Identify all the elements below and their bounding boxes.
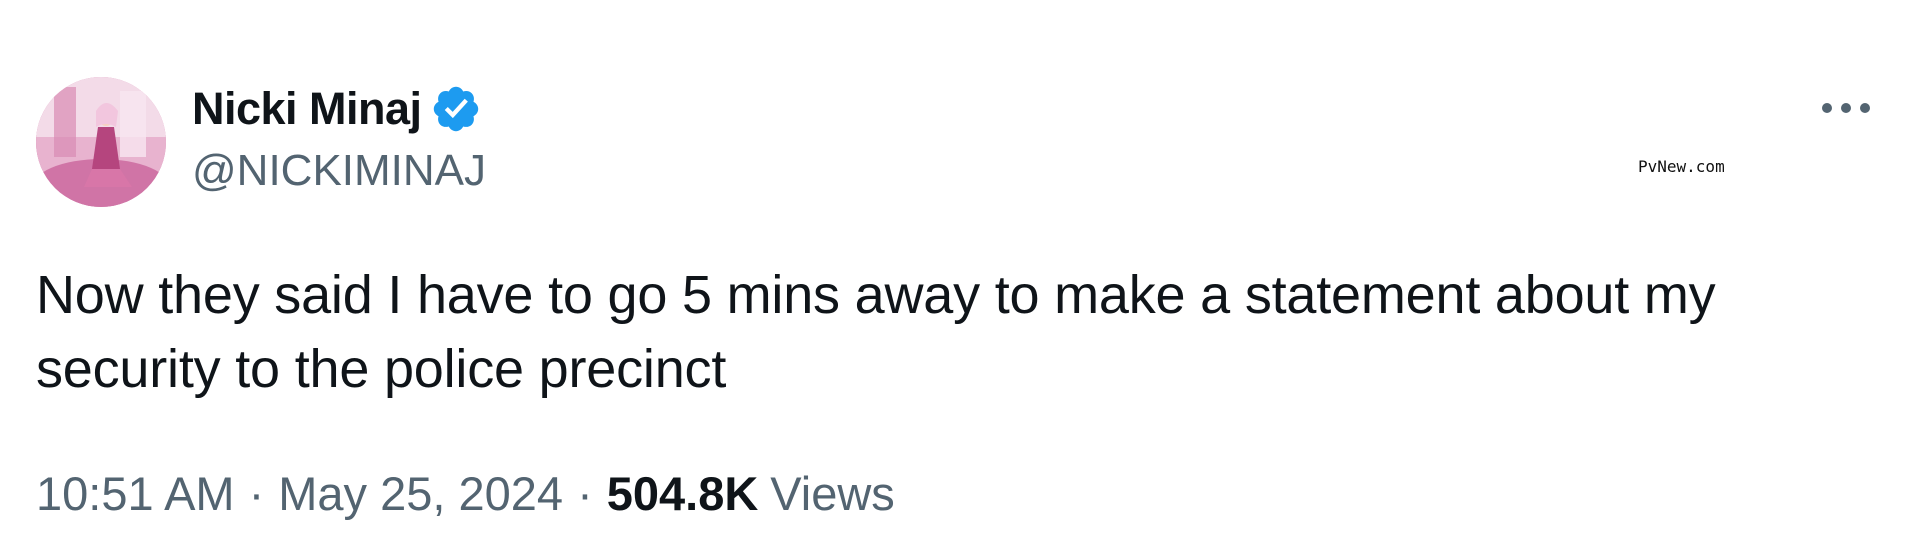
tweet-card: Nicki Minaj @NICKIMINAJ PvNew.com Now th… [0, 0, 1920, 557]
meta-separator: · [577, 467, 593, 520]
avatar[interactable] [36, 77, 166, 207]
display-name[interactable]: Nicki Minaj [192, 83, 422, 135]
author-handle[interactable]: @NICKIMINAJ [192, 146, 486, 196]
tweet-time[interactable]: 10:51 AM [36, 466, 235, 521]
views-count: 504.8K [606, 467, 759, 520]
more-horizontal-icon [1822, 103, 1832, 113]
more-horizontal-icon [1841, 103, 1851, 113]
more-horizontal-icon [1860, 103, 1870, 113]
more-options-button[interactable] [1818, 88, 1874, 128]
tweet-date[interactable]: May 25, 2024 [278, 466, 563, 521]
avatar-image [36, 77, 166, 207]
verified-badge-icon [430, 83, 482, 135]
author-name-row: Nicki Minaj [192, 80, 482, 138]
tweet-meta: 10:51 AM · May 25, 2024 · 504.8K Views [36, 466, 895, 521]
watermark-text: PvNew.com [1638, 157, 1725, 176]
views-label: Views [770, 467, 895, 520]
meta-separator: · [248, 467, 265, 520]
tweet-text: Now they said I have to go 5 mins away t… [36, 265, 1716, 399]
